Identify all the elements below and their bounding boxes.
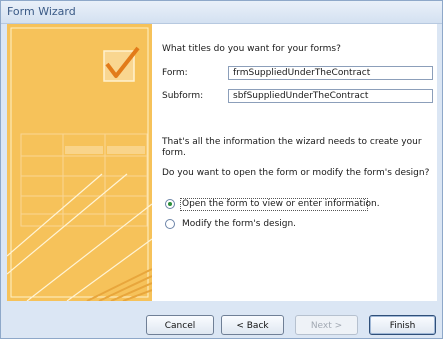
radio-button-checked[interactable]: [165, 199, 175, 209]
subform-name-field[interactable]: [228, 89, 433, 103]
title-bar: Form Wizard: [1, 1, 442, 24]
window-title: Form Wizard: [7, 5, 76, 18]
form-wizard-window: Form Wizard What titles do you want for …: [0, 0, 443, 339]
subform-label: Subform:: [162, 91, 204, 101]
open-or-modify-prompt: Do you want to open the form or modify t…: [162, 168, 430, 178]
radio-button-unchecked[interactable]: [165, 219, 175, 229]
radio-modify-design-label: Modify the form's design.: [182, 219, 297, 229]
wizard-illustration: [7, 24, 152, 301]
form-name-field[interactable]: [228, 66, 433, 80]
cancel-button[interactable]: Cancel: [146, 315, 214, 335]
titles-question: What titles do you want for your forms?: [162, 44, 341, 54]
back-button[interactable]: < Back: [221, 315, 284, 335]
next-button[interactable]: Next >: [295, 315, 358, 335]
info-text: That's all the information the wizard ne…: [162, 137, 422, 158]
finish-button[interactable]: Finish: [369, 315, 436, 335]
form-label: Form:: [162, 68, 188, 78]
wizard-content: What titles do you want for your forms? …: [7, 24, 437, 301]
radio-open-form-label: Open the form to view or enter informati…: [182, 199, 380, 209]
form-illustration-icon: [7, 24, 152, 301]
